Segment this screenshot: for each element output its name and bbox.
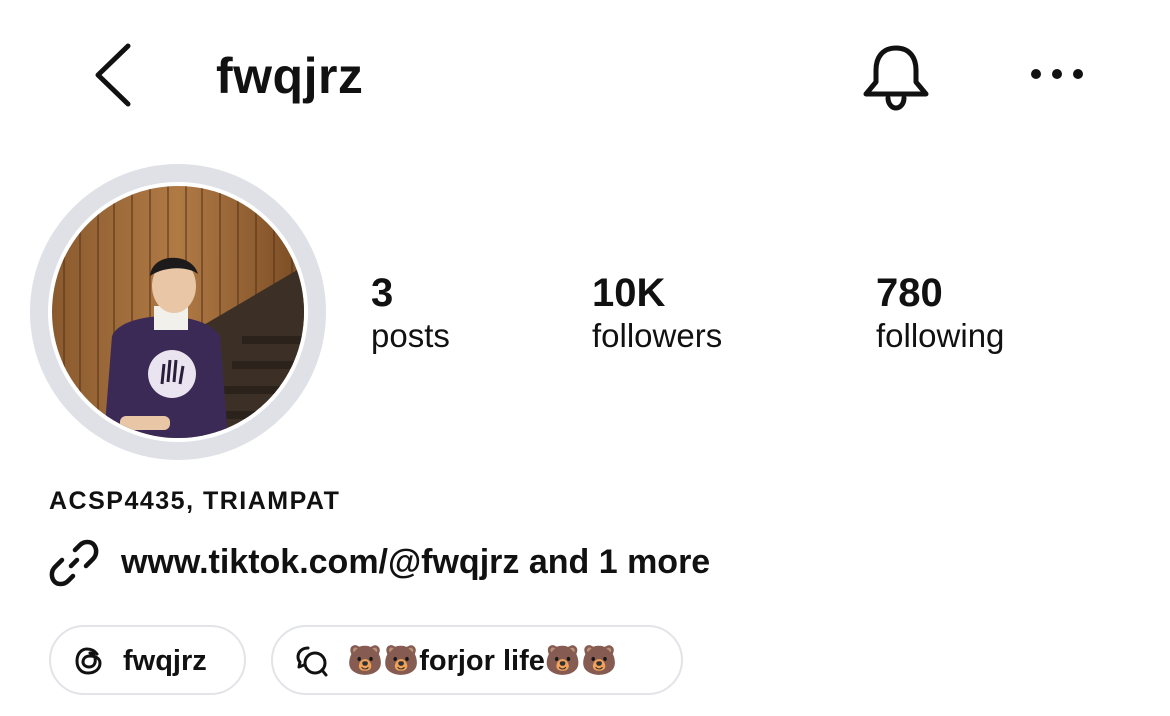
more-horizontal-icon: [1031, 69, 1083, 79]
followers-count: 10K: [592, 271, 666, 315]
note-chip-label: 🐻🐻forjor life🐻🐻: [347, 645, 618, 677]
following-label: following: [876, 317, 1005, 354]
note-chip[interactable]: 🐻🐻forjor life🐻🐻: [271, 625, 683, 695]
more-options-button[interactable]: [1024, 56, 1090, 92]
back-button[interactable]: [88, 40, 144, 110]
bio-link-text: www.tiktok.com/@fwqjrz and 1 more: [121, 543, 711, 581]
posts-count: 3: [371, 271, 394, 315]
followers-stat[interactable]: 10K followers: [592, 270, 722, 356]
bell-icon: [863, 45, 929, 111]
chevron-left-icon: [95, 43, 131, 107]
notifications-button[interactable]: [858, 40, 934, 112]
posts-stat[interactable]: 3 posts: [371, 270, 450, 356]
threads-chip[interactable]: fwqjrz: [49, 625, 246, 695]
link-icon: [49, 539, 99, 587]
avatar[interactable]: [30, 164, 326, 460]
following-stat[interactable]: 780 following: [876, 270, 1004, 356]
note-bubble-icon: [296, 646, 328, 677]
following-count: 780: [876, 271, 943, 315]
avatar-photo: [52, 186, 304, 438]
avatar-photo-frame: [48, 182, 308, 442]
bio-name: ACSP4435, TRIAMPAT: [49, 487, 341, 515]
posts-label: posts: [371, 317, 450, 354]
profile-username: fwqjrz: [216, 48, 364, 104]
followers-label: followers: [592, 317, 723, 354]
threads-chip-label: fwqjrz: [123, 645, 207, 677]
top-bar: fwqjrz: [0, 0, 1170, 150]
threads-icon: [75, 647, 102, 675]
